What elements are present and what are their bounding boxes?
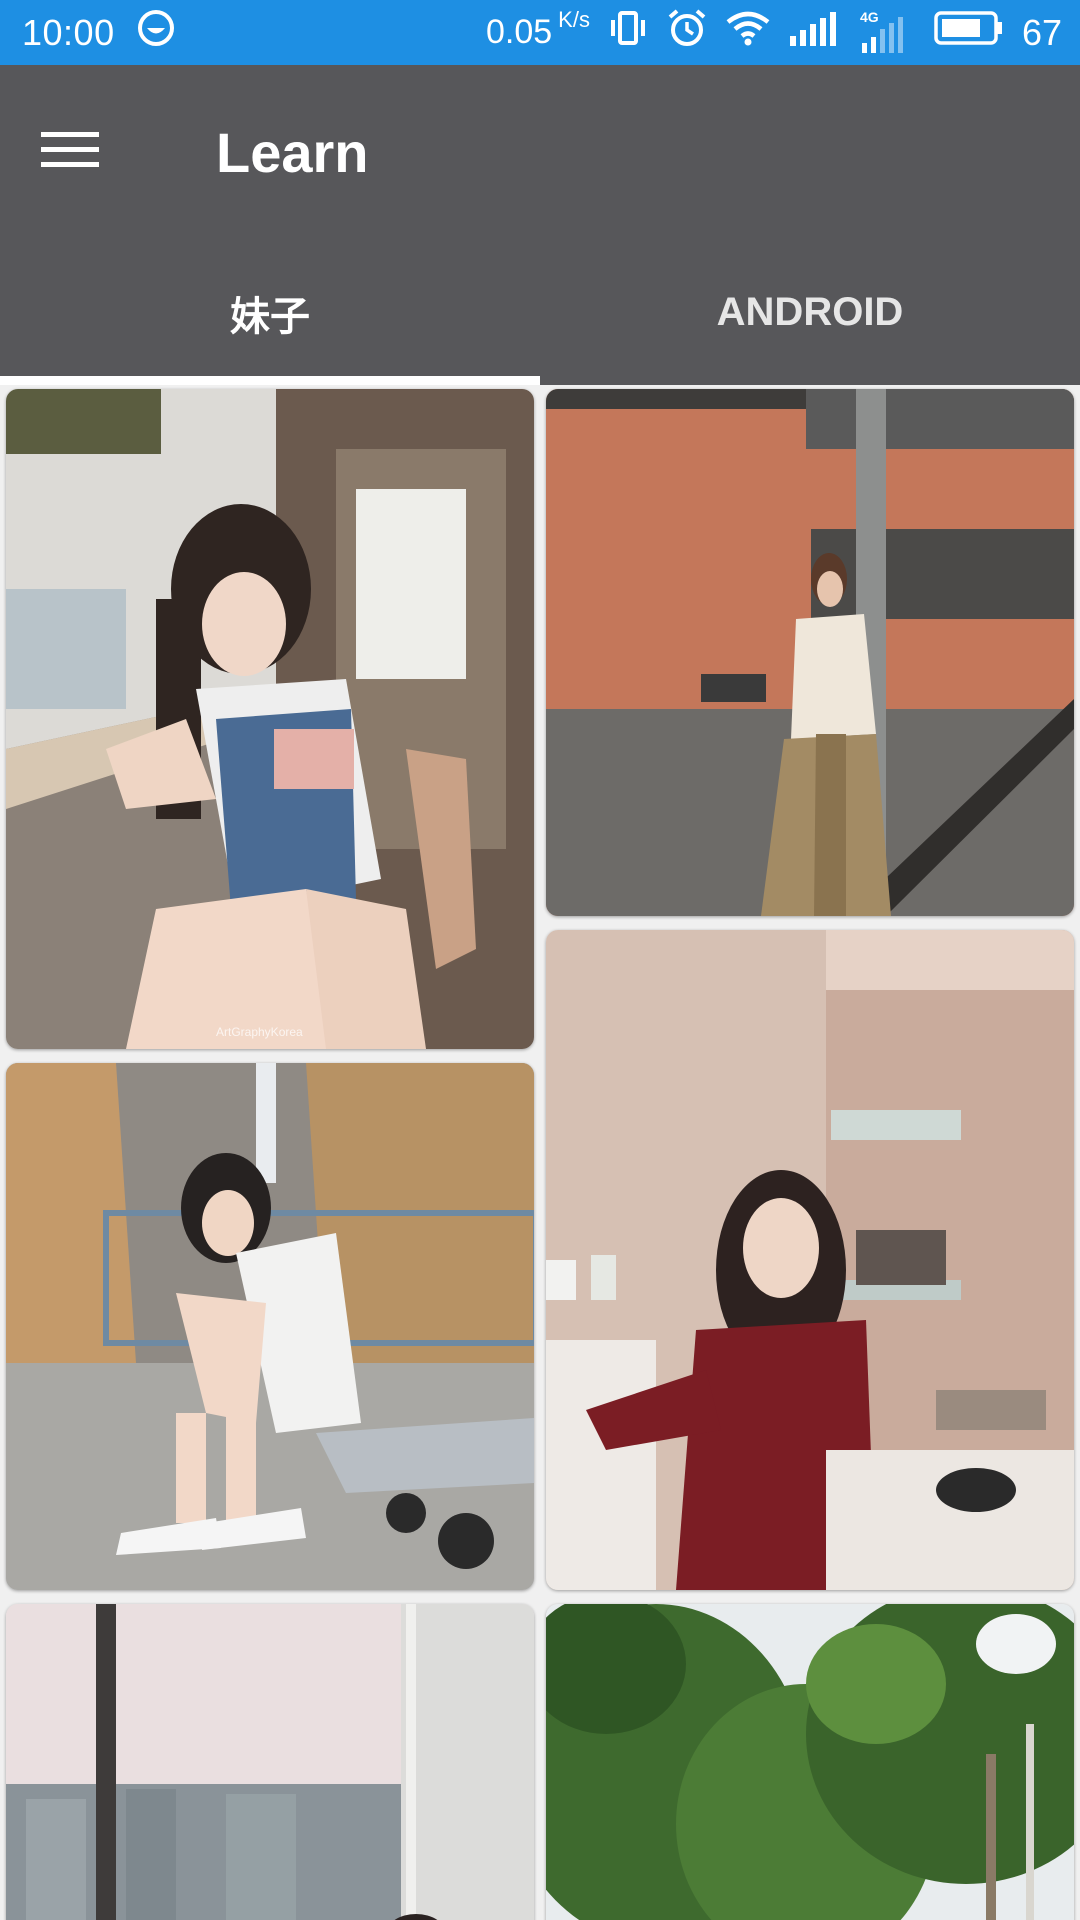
signal-icon xyxy=(788,10,842,55)
photo-card[interactable] xyxy=(546,1604,1074,1920)
photo-image xyxy=(546,389,1074,916)
photo-card[interactable] xyxy=(6,1604,534,1920)
tab-android[interactable]: ANDROID xyxy=(540,240,1080,385)
tab-girls[interactable]: 妹子 xyxy=(0,240,540,385)
photo-card[interactable] xyxy=(546,389,1074,916)
tab-label: 妹子 xyxy=(230,294,310,339)
network-speed-value: 0.05 xyxy=(485,13,553,51)
vibrate-icon xyxy=(608,10,648,55)
photo-image xyxy=(6,1063,534,1590)
alarm-icon xyxy=(666,8,708,57)
toolbar: Learn xyxy=(0,65,1080,240)
photo-image xyxy=(546,1604,1074,1920)
battery-percent: 67 xyxy=(1021,11,1062,53)
network-speed-unit: K/s xyxy=(558,7,590,32)
photo-grid[interactable]: ArtGraphyKorea xyxy=(0,385,1080,1920)
tab-indicator xyxy=(0,376,540,385)
tab-bar: 妹子 ANDROID xyxy=(0,240,1080,385)
hamburger-menu-icon xyxy=(41,130,99,175)
battery-icon xyxy=(934,10,1004,55)
photo-image xyxy=(6,389,534,1049)
photo-card[interactable] xyxy=(6,1063,534,1590)
status-time: 10:00 xyxy=(22,11,115,53)
photo-card[interactable]: ArtGraphyKorea xyxy=(6,389,534,1049)
status-bar: 10:00 0.05 K/s 4G 67 xyxy=(0,0,1080,65)
tab-label: ANDROID xyxy=(716,290,904,334)
assistant-icon xyxy=(137,9,175,56)
menu-button[interactable] xyxy=(0,93,140,213)
photo-image xyxy=(546,930,1074,1590)
photo-card[interactable] xyxy=(546,930,1074,1590)
app-bar: Learn 妹子 ANDROID xyxy=(0,65,1080,385)
signal-4g-icon: 4G xyxy=(860,9,916,53)
page-title: Learn xyxy=(216,121,369,184)
photo-watermark: ArtGraphyKorea xyxy=(216,1025,303,1039)
network-speed: 0.05 K/s xyxy=(485,7,590,52)
photo-image xyxy=(6,1604,534,1920)
wifi-icon xyxy=(726,10,770,55)
